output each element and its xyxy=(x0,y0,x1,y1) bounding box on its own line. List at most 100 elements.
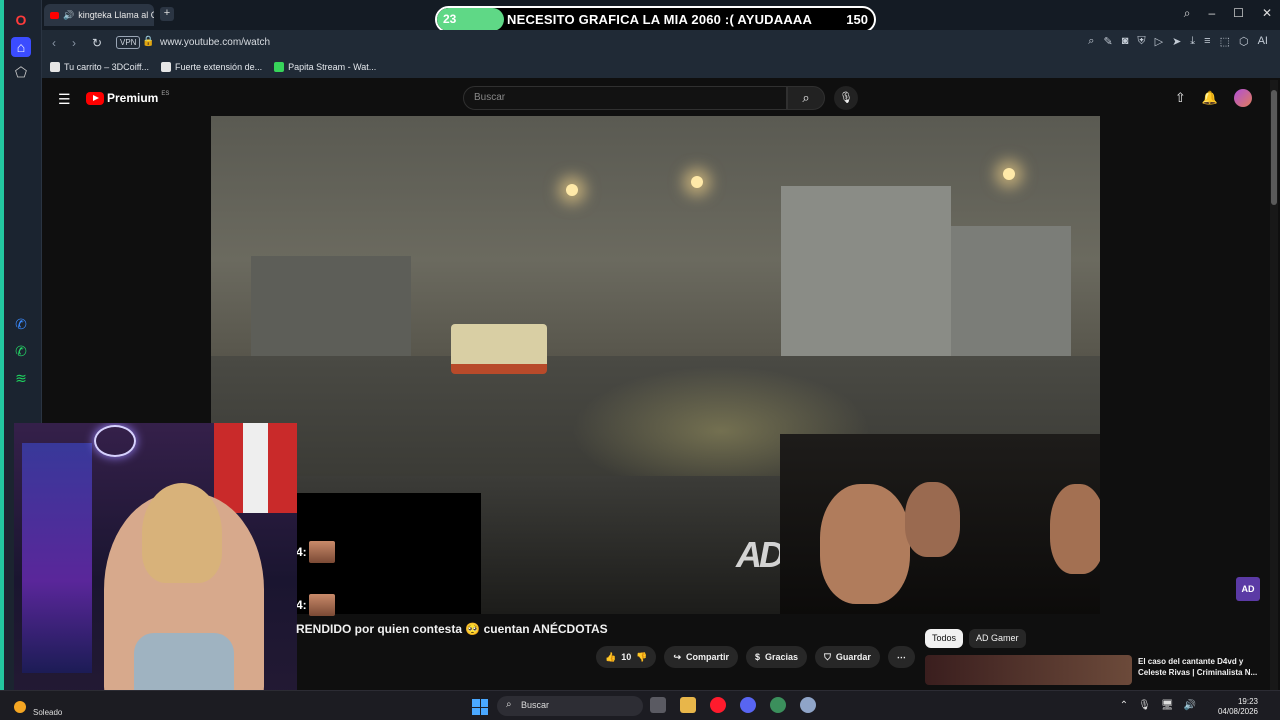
file-explorer-icon[interactable] xyxy=(680,697,696,713)
video-building xyxy=(251,256,411,366)
search-icon: ⌕ xyxy=(506,699,512,710)
save-button[interactable]: ⛉ Guardar xyxy=(815,646,880,668)
thanks-label: Gracias xyxy=(765,652,799,662)
screen: O ⌂ ⬠ ✆ ✆ ≋ 🔊 kingteka Llama al CEV + ⌕ … xyxy=(0,0,1280,720)
thanks-button[interactable]: $ Gracias xyxy=(746,646,808,668)
tab-title: kingteka Llama al CEV xyxy=(78,10,154,20)
video-actions: 👍 10 👎 ↪ Compartir $ Gracias ⛉ Guardar ⋯ xyxy=(596,646,915,668)
hamburger-menu-icon[interactable]: ☰ xyxy=(58,91,71,108)
system-tray: ⌃ 🎙 🖥 🔊 xyxy=(1120,700,1196,711)
forward-icon[interactable]: › xyxy=(72,36,76,50)
close-icon[interactable]: ✕ xyxy=(1262,6,1272,21)
brand-label: Premium xyxy=(107,91,159,105)
youtube-play-icon xyxy=(86,91,104,105)
vpn-badge[interactable]: VPN xyxy=(116,36,141,49)
notifications-icon[interactable]: 🔔 xyxy=(1202,90,1218,106)
back-icon[interactable]: ‹ xyxy=(52,36,56,50)
planet-neon-icon xyxy=(94,425,136,457)
search-tabs-icon[interactable]: ⌕ xyxy=(1184,6,1191,21)
network-icon[interactable]: 🖥 xyxy=(1161,700,1174,711)
edit-icon[interactable]: ✎ xyxy=(1103,35,1112,48)
street-lamp xyxy=(566,184,578,196)
clock[interactable]: 19:23 04/08/2026 xyxy=(1218,697,1258,717)
bookmark-favicon-icon xyxy=(161,62,172,72)
person-face xyxy=(1050,484,1100,574)
chip-ad-gamer[interactable]: AD Gamer xyxy=(969,629,1026,648)
spotify-icon[interactable]: ≋ xyxy=(11,368,31,388)
browser-tab[interactable]: 🔊 kingteka Llama al CEV xyxy=(44,4,154,26)
upload-icon[interactable]: ⇧ xyxy=(1175,90,1186,106)
app-icon[interactable] xyxy=(770,697,786,713)
dollar-icon: $ xyxy=(755,652,761,662)
home-icon[interactable]: ⌂ xyxy=(11,37,31,57)
search-input[interactable]: Buscar xyxy=(463,86,787,110)
neon-shelf xyxy=(22,443,92,673)
street-lamp xyxy=(1003,168,1015,180)
voice-search-button[interactable]: 🎙 xyxy=(834,86,858,110)
bookmark-label: Fuerte extensión de... xyxy=(175,62,263,72)
chevron-up-icon[interactable]: ⌃ xyxy=(1120,700,1128,711)
avatar[interactable] xyxy=(1234,89,1252,107)
shield-icon[interactable]: ⛨ xyxy=(1137,35,1145,48)
download-icon[interactable]: ⤓ xyxy=(1190,35,1195,48)
zoom-icon[interactable]: ⌕ xyxy=(1088,35,1094,48)
new-tab-button[interactable]: + xyxy=(160,7,174,21)
scrollbar-thumb[interactable] xyxy=(1271,90,1277,205)
minimize-icon[interactable]: – xyxy=(1208,6,1215,21)
url-field[interactable]: www.youtube.com/watch xyxy=(160,37,270,48)
recommended-thumbnail[interactable] xyxy=(925,655,1132,685)
save-label: Guardar xyxy=(835,652,871,662)
discord-icon[interactable] xyxy=(740,697,756,713)
taskbar-apps xyxy=(650,697,816,713)
extensions-icon[interactable]: ⬡ xyxy=(1239,35,1249,48)
play-icon[interactable]: ▷ xyxy=(1155,35,1163,48)
thumbs-down-icon[interactable]: 👎 xyxy=(636,652,647,663)
lock-icon[interactable]: 🔒 xyxy=(142,36,154,47)
volume-icon[interactable]: 🔊 xyxy=(1184,700,1196,711)
weather-label[interactable]: Soleado xyxy=(33,708,62,717)
clock-time: 19:23 xyxy=(1237,697,1258,706)
chat-prefix: 4: xyxy=(296,598,307,612)
opera-icon[interactable] xyxy=(710,697,726,713)
camera-icon[interactable]: ◙ xyxy=(1122,35,1129,48)
bookmark-item[interactable]: Tu carrito – 3DCoiff... xyxy=(50,62,149,72)
bookmark-item[interactable]: Papita Stream - Wat... xyxy=(274,62,376,72)
youtube-logo[interactable]: Premium ES xyxy=(86,91,169,105)
search-button[interactable]: ⌕ xyxy=(787,86,825,110)
pinboard-icon[interactable]: ⬠ xyxy=(11,62,31,82)
like-button[interactable]: 👍 10 👎 xyxy=(596,646,657,668)
start-button[interactable] xyxy=(472,699,488,715)
reload-icon[interactable]: ↻ xyxy=(92,36,102,50)
speaker-icon[interactable]: 🔊 xyxy=(63,10,74,21)
emote-icon xyxy=(308,594,335,616)
aria-ai-icon[interactable]: AI xyxy=(1258,35,1268,48)
task-view-icon[interactable] xyxy=(650,697,666,713)
maximize-icon[interactable]: ☐ xyxy=(1233,6,1244,21)
more-button[interactable]: ⋯ xyxy=(887,646,915,668)
bookmark-item[interactable]: Fuerte extensión de... xyxy=(161,62,262,72)
whatsapp-icon[interactable]: ✆ xyxy=(11,341,31,361)
youtube-favicon-icon xyxy=(50,11,59,19)
share-icon: ↪ xyxy=(673,651,681,662)
youtube-header: ☰ Premium ES Buscar ⌕ 🎙 ⇧ 🔔 xyxy=(42,80,1270,116)
channel-badge[interactable]: AD xyxy=(1236,577,1260,601)
emote-icon xyxy=(308,541,335,563)
weather-icon[interactable] xyxy=(14,701,26,713)
share-button[interactable]: ↪ Compartir xyxy=(664,646,739,668)
opera-logo-icon[interactable]: O xyxy=(11,10,31,30)
recommendation-chips: Todos AD Gamer xyxy=(925,629,1026,648)
menu-icon[interactable]: ≡ xyxy=(1204,35,1210,48)
chip-todos[interactable]: Todos xyxy=(925,629,964,648)
taskbar-search[interactable]: ⌕ Buscar xyxy=(497,696,643,716)
mic-icon: 🎙 xyxy=(839,92,853,104)
messenger-icon[interactable]: ✆ xyxy=(11,314,31,334)
chat-prefix: 4: xyxy=(296,545,307,559)
recommended-title[interactable]: El caso del cantante D4vd y Celeste Riva… xyxy=(1138,656,1268,678)
send-icon[interactable]: ➤ xyxy=(1172,35,1181,48)
person-face xyxy=(905,482,960,557)
mic-icon[interactable]: 🎙 xyxy=(1138,700,1151,711)
settings-icon[interactable] xyxy=(800,697,816,713)
search-icon: ⌕ xyxy=(802,90,810,105)
bookmark-favicon-icon xyxy=(274,62,285,72)
wallet-icon[interactable]: ⬚ xyxy=(1220,35,1230,48)
